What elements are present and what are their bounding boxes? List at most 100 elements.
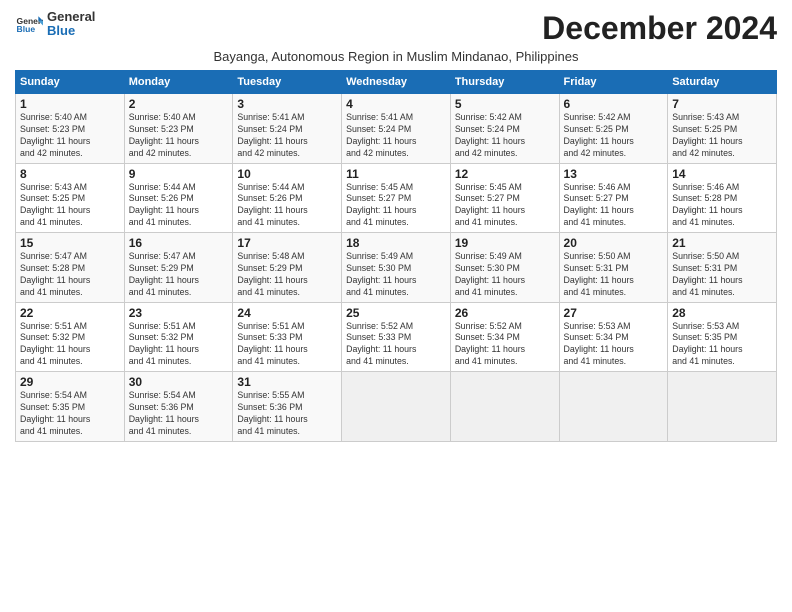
- calendar-week-4: 22Sunrise: 5:51 AM Sunset: 5:32 PM Dayli…: [16, 302, 777, 372]
- day-info: Sunrise: 5:42 AM Sunset: 5:24 PM Dayligh…: [455, 112, 555, 160]
- day-info: Sunrise: 5:52 AM Sunset: 5:33 PM Dayligh…: [346, 321, 446, 369]
- calendar-cell: 4Sunrise: 5:41 AM Sunset: 5:24 PM Daylig…: [342, 94, 451, 164]
- day-number: 11: [346, 167, 446, 181]
- day-info: Sunrise: 5:47 AM Sunset: 5:29 PM Dayligh…: [129, 251, 229, 299]
- calendar-cell: 6Sunrise: 5:42 AM Sunset: 5:25 PM Daylig…: [559, 94, 668, 164]
- day-number: 1: [20, 97, 120, 111]
- logo-icon: General Blue: [15, 10, 43, 38]
- day-info: Sunrise: 5:50 AM Sunset: 5:31 PM Dayligh…: [672, 251, 772, 299]
- calendar-cell: [559, 372, 668, 442]
- calendar-cell: 30Sunrise: 5:54 AM Sunset: 5:36 PM Dayli…: [124, 372, 233, 442]
- day-number: 2: [129, 97, 229, 111]
- calendar-cell: 27Sunrise: 5:53 AM Sunset: 5:34 PM Dayli…: [559, 302, 668, 372]
- calendar-cell: 18Sunrise: 5:49 AM Sunset: 5:30 PM Dayli…: [342, 233, 451, 303]
- day-info: Sunrise: 5:48 AM Sunset: 5:29 PM Dayligh…: [237, 251, 337, 299]
- day-number: 17: [237, 236, 337, 250]
- calendar-cell: 24Sunrise: 5:51 AM Sunset: 5:33 PM Dayli…: [233, 302, 342, 372]
- calendar-cell: 19Sunrise: 5:49 AM Sunset: 5:30 PM Dayli…: [450, 233, 559, 303]
- day-number: 13: [564, 167, 664, 181]
- day-info: Sunrise: 5:54 AM Sunset: 5:36 PM Dayligh…: [129, 390, 229, 438]
- calendar-week-3: 15Sunrise: 5:47 AM Sunset: 5:28 PM Dayli…: [16, 233, 777, 303]
- day-info: Sunrise: 5:43 AM Sunset: 5:25 PM Dayligh…: [672, 112, 772, 160]
- calendar-cell: 3Sunrise: 5:41 AM Sunset: 5:24 PM Daylig…: [233, 94, 342, 164]
- calendar-cell: [342, 372, 451, 442]
- day-info: Sunrise: 5:51 AM Sunset: 5:32 PM Dayligh…: [129, 321, 229, 369]
- day-info: Sunrise: 5:49 AM Sunset: 5:30 PM Dayligh…: [346, 251, 446, 299]
- day-number: 9: [129, 167, 229, 181]
- day-info: Sunrise: 5:42 AM Sunset: 5:25 PM Dayligh…: [564, 112, 664, 160]
- day-number: 31: [237, 375, 337, 389]
- col-header-saturday: Saturday: [668, 71, 777, 94]
- day-info: Sunrise: 5:53 AM Sunset: 5:34 PM Dayligh…: [564, 321, 664, 369]
- calendar-cell: 22Sunrise: 5:51 AM Sunset: 5:32 PM Dayli…: [16, 302, 125, 372]
- col-header-friday: Friday: [559, 71, 668, 94]
- calendar-cell: 20Sunrise: 5:50 AM Sunset: 5:31 PM Dayli…: [559, 233, 668, 303]
- day-info: Sunrise: 5:43 AM Sunset: 5:25 PM Dayligh…: [20, 182, 120, 230]
- calendar-cell: 31Sunrise: 5:55 AM Sunset: 5:36 PM Dayli…: [233, 372, 342, 442]
- calendar-cell: [450, 372, 559, 442]
- day-number: 8: [20, 167, 120, 181]
- day-info: Sunrise: 5:45 AM Sunset: 5:27 PM Dayligh…: [346, 182, 446, 230]
- day-number: 6: [564, 97, 664, 111]
- day-info: Sunrise: 5:53 AM Sunset: 5:35 PM Dayligh…: [672, 321, 772, 369]
- calendar-cell: 16Sunrise: 5:47 AM Sunset: 5:29 PM Dayli…: [124, 233, 233, 303]
- day-info: Sunrise: 5:51 AM Sunset: 5:33 PM Dayligh…: [237, 321, 337, 369]
- day-info: Sunrise: 5:44 AM Sunset: 5:26 PM Dayligh…: [129, 182, 229, 230]
- day-number: 25: [346, 306, 446, 320]
- col-header-sunday: Sunday: [16, 71, 125, 94]
- calendar-cell: 28Sunrise: 5:53 AM Sunset: 5:35 PM Dayli…: [668, 302, 777, 372]
- day-number: 12: [455, 167, 555, 181]
- day-info: Sunrise: 5:41 AM Sunset: 5:24 PM Dayligh…: [346, 112, 446, 160]
- day-number: 29: [20, 375, 120, 389]
- calendar-cell: 21Sunrise: 5:50 AM Sunset: 5:31 PM Dayli…: [668, 233, 777, 303]
- calendar-cell: 9Sunrise: 5:44 AM Sunset: 5:26 PM Daylig…: [124, 163, 233, 233]
- page-subtitle: Bayanga, Autonomous Region in Muslim Min…: [15, 49, 777, 64]
- calendar-cell: 1Sunrise: 5:40 AM Sunset: 5:23 PM Daylig…: [16, 94, 125, 164]
- svg-text:Blue: Blue: [17, 24, 36, 34]
- day-number: 23: [129, 306, 229, 320]
- calendar-cell: 14Sunrise: 5:46 AM Sunset: 5:28 PM Dayli…: [668, 163, 777, 233]
- day-info: Sunrise: 5:51 AM Sunset: 5:32 PM Dayligh…: [20, 321, 120, 369]
- calendar-cell: [668, 372, 777, 442]
- calendar-body: 1Sunrise: 5:40 AM Sunset: 5:23 PM Daylig…: [16, 94, 777, 442]
- day-info: Sunrise: 5:41 AM Sunset: 5:24 PM Dayligh…: [237, 112, 337, 160]
- calendar-cell: 5Sunrise: 5:42 AM Sunset: 5:24 PM Daylig…: [450, 94, 559, 164]
- calendar-header-row: SundayMondayTuesdayWednesdayThursdayFrid…: [16, 71, 777, 94]
- calendar-cell: 17Sunrise: 5:48 AM Sunset: 5:29 PM Dayli…: [233, 233, 342, 303]
- calendar-cell: 23Sunrise: 5:51 AM Sunset: 5:32 PM Dayli…: [124, 302, 233, 372]
- calendar-cell: 10Sunrise: 5:44 AM Sunset: 5:26 PM Dayli…: [233, 163, 342, 233]
- day-number: 26: [455, 306, 555, 320]
- day-info: Sunrise: 5:49 AM Sunset: 5:30 PM Dayligh…: [455, 251, 555, 299]
- day-number: 7: [672, 97, 772, 111]
- logo: General Blue General Blue: [15, 10, 95, 39]
- day-info: Sunrise: 5:47 AM Sunset: 5:28 PM Dayligh…: [20, 251, 120, 299]
- day-number: 15: [20, 236, 120, 250]
- day-number: 18: [346, 236, 446, 250]
- calendar-week-5: 29Sunrise: 5:54 AM Sunset: 5:35 PM Dayli…: [16, 372, 777, 442]
- col-header-monday: Monday: [124, 71, 233, 94]
- calendar-table: SundayMondayTuesdayWednesdayThursdayFrid…: [15, 70, 777, 442]
- day-info: Sunrise: 5:45 AM Sunset: 5:27 PM Dayligh…: [455, 182, 555, 230]
- day-number: 30: [129, 375, 229, 389]
- day-number: 20: [564, 236, 664, 250]
- day-info: Sunrise: 5:55 AM Sunset: 5:36 PM Dayligh…: [237, 390, 337, 438]
- day-info: Sunrise: 5:54 AM Sunset: 5:35 PM Dayligh…: [20, 390, 120, 438]
- calendar-cell: 8Sunrise: 5:43 AM Sunset: 5:25 PM Daylig…: [16, 163, 125, 233]
- day-number: 5: [455, 97, 555, 111]
- calendar-cell: 13Sunrise: 5:46 AM Sunset: 5:27 PM Dayli…: [559, 163, 668, 233]
- day-info: Sunrise: 5:50 AM Sunset: 5:31 PM Dayligh…: [564, 251, 664, 299]
- day-number: 4: [346, 97, 446, 111]
- day-info: Sunrise: 5:40 AM Sunset: 5:23 PM Dayligh…: [129, 112, 229, 160]
- col-header-wednesday: Wednesday: [342, 71, 451, 94]
- calendar-cell: 12Sunrise: 5:45 AM Sunset: 5:27 PM Dayli…: [450, 163, 559, 233]
- day-info: Sunrise: 5:40 AM Sunset: 5:23 PM Dayligh…: [20, 112, 120, 160]
- day-number: 14: [672, 167, 772, 181]
- calendar-week-2: 8Sunrise: 5:43 AM Sunset: 5:25 PM Daylig…: [16, 163, 777, 233]
- day-number: 21: [672, 236, 772, 250]
- calendar-cell: 29Sunrise: 5:54 AM Sunset: 5:35 PM Dayli…: [16, 372, 125, 442]
- day-info: Sunrise: 5:52 AM Sunset: 5:34 PM Dayligh…: [455, 321, 555, 369]
- calendar-cell: 25Sunrise: 5:52 AM Sunset: 5:33 PM Dayli…: [342, 302, 451, 372]
- calendar-cell: 7Sunrise: 5:43 AM Sunset: 5:25 PM Daylig…: [668, 94, 777, 164]
- day-number: 10: [237, 167, 337, 181]
- day-number: 27: [564, 306, 664, 320]
